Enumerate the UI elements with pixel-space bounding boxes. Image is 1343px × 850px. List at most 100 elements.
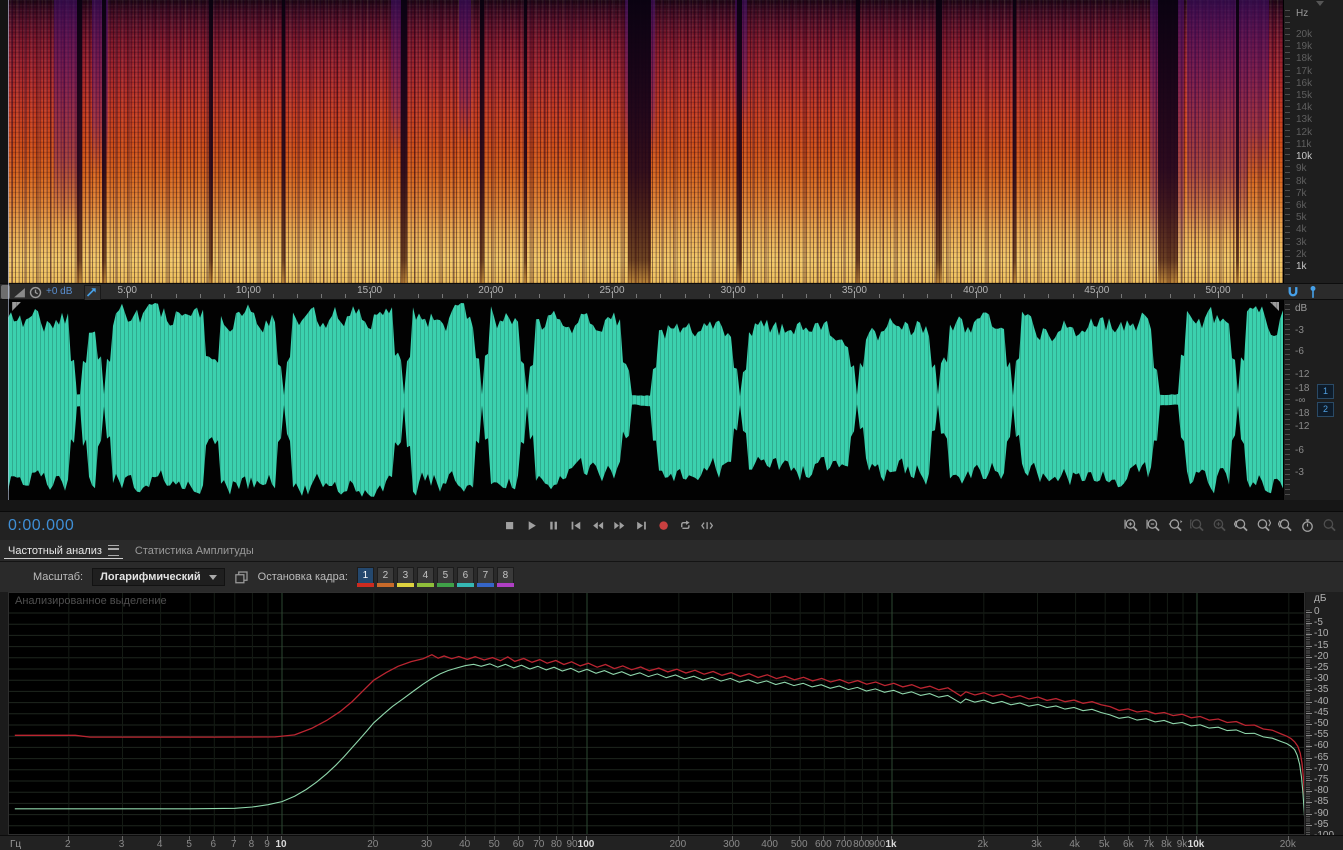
spectrogram-silence-gap — [737, 0, 743, 283]
freeze-frame-button-2[interactable]: 2 — [376, 567, 394, 587]
gain-readout[interactable]: +0 dB — [46, 286, 72, 297]
zoom-history-button[interactable] — [1298, 515, 1316, 535]
timeline-ruler[interactable]: +0 dB 5:00 10:00 15:00 20:00 25:00 30:00 35:00… — [0, 283, 1343, 301]
channel-2-button[interactable]: 2 — [1317, 402, 1334, 417]
frequency-axis-label: 600 — [814, 839, 832, 850]
frequency-axis-label: 6k — [1123, 839, 1134, 850]
ruler-tick — [563, 294, 565, 298]
frequency-axis-label: 9k — [1176, 839, 1188, 850]
ruler-tick — [1048, 294, 1050, 298]
waveform-display[interactable] — [8, 300, 1283, 500]
marker-pin-icon[interactable] — [1306, 285, 1322, 299]
pin-playhead-button[interactable] — [84, 285, 101, 301]
frequency-analysis-plot[interactable]: Анализированное выделение — [8, 592, 1305, 835]
db-axis-label: -80 — [1314, 785, 1329, 797]
db-axis-tick — [1306, 802, 1312, 804]
channel-1-button[interactable]: 1 — [1317, 384, 1334, 399]
ruler-time-label: 45:00 — [1084, 285, 1110, 296]
ruler-time-label: 5:00 — [117, 285, 137, 296]
ruler-tick — [757, 294, 759, 298]
freeze-button-color-bar — [396, 583, 414, 587]
time-display[interactable]: 0:00.000 — [8, 517, 74, 535]
freeze-frame-button-7[interactable]: 7 — [476, 567, 494, 587]
panel-menu-icon[interactable] — [107, 545, 119, 556]
tab-amplitude-statistics[interactable]: Статистика Амплитуды — [127, 540, 262, 561]
frequency-axis-label: 20 — [367, 839, 379, 850]
playhead-line[interactable] — [8, 0, 9, 500]
waveform-amplitude-scale[interactable]: dB -3 -6 -12 -18 -∞ -18 -12 -6 -3 1 2 — [1283, 300, 1343, 500]
scale-dropdown[interactable]: Логарифмический — [92, 568, 225, 586]
tab-label: Частотный анализ — [8, 544, 102, 557]
tab-frequency-analysis[interactable]: Частотный анализ — [0, 540, 127, 561]
spectrogram-silence-gap — [400, 0, 407, 283]
frequency-scale-label: 9k — [1296, 163, 1307, 175]
ruler-tick — [830, 294, 832, 298]
zoom-in-amplitude-button[interactable] — [1122, 515, 1140, 535]
spectrogram-silence-gap — [627, 0, 651, 283]
db-axis-unit: дБ — [1314, 593, 1327, 604]
transport-bar: 0:00.000 — [0, 512, 1343, 540]
amplitude-scale-label: -3 — [1295, 325, 1304, 336]
freeze-frame-button-3[interactable]: 3 — [396, 567, 414, 587]
freeze-frame-button-1[interactable]: 1 — [356, 567, 374, 587]
rewind-button[interactable] — [588, 515, 606, 535]
db-axis-tick — [1306, 690, 1312, 692]
record-button[interactable] — [654, 515, 672, 535]
spectrogram-display[interactable] — [8, 0, 1283, 283]
selection-handle-right[interactable] — [1270, 302, 1279, 311]
copy-graph-icon[interactable] — [234, 570, 249, 585]
ruler-tick — [272, 294, 274, 298]
ruler-time-label: 15:00 — [357, 285, 383, 296]
skip-to-start-button[interactable] — [566, 515, 584, 535]
zoom-last-button — [1320, 515, 1338, 535]
horizontal-scroll-strip[interactable] — [0, 500, 1343, 512]
freeze-frame-button-4[interactable]: 4 — [416, 567, 434, 587]
db-axis-label: -10 — [1314, 628, 1329, 640]
ruler-time-label: 40:00 — [963, 285, 989, 296]
ruler-tick — [636, 294, 638, 298]
zoom-to-selection-button — [1188, 515, 1206, 535]
play-button[interactable] — [522, 515, 540, 535]
amplitude-scale-label: -18 — [1295, 408, 1310, 419]
clock-icon[interactable] — [29, 286, 42, 299]
amplitude-scale-label: -12 — [1295, 369, 1310, 380]
freeze-frame-button-6[interactable]: 6 — [456, 567, 474, 587]
frequency-axis-label: 20k — [1279, 839, 1296, 850]
db-axis-tick — [1306, 612, 1312, 613]
frequency-axis-label: 300 — [723, 839, 740, 850]
spectrogram-frequency-scale[interactable]: Hz 20k 19k 18k 17k 16k 15k 14k 13k 12k 11k 10k 9k 8k… — [1283, 0, 1343, 283]
frequency-scale-label: 5k — [1296, 212, 1307, 224]
db-axis-tick — [1306, 701, 1312, 703]
frequency-axis-label: 80 — [550, 839, 562, 850]
zoom-to-selection-time-button[interactable] — [1276, 515, 1294, 535]
freeze-frame-button-5[interactable]: 5 — [436, 567, 454, 587]
freeze-frame-button-8[interactable]: 8 — [496, 567, 514, 587]
db-axis-label: -5 — [1314, 617, 1323, 629]
db-axis-label: -95 — [1314, 818, 1329, 830]
zoom-in-at-out-point-button[interactable] — [1254, 515, 1272, 535]
stop-button[interactable] — [500, 515, 518, 535]
db-axis-label: -75 — [1314, 774, 1329, 785]
snap-magnet-icon[interactable] — [1286, 285, 1302, 299]
db-axis-label: -50 — [1314, 718, 1329, 729]
volume-ramp-icon[interactable] — [13, 286, 26, 299]
freeze-button-label: 2 — [376, 567, 394, 583]
selection-handle-left[interactable] — [12, 302, 21, 311]
skip-to-end-button[interactable] — [632, 515, 650, 535]
frequency-scale-label: 16k — [1296, 77, 1313, 89]
amplitude-scale-label: -6 — [1295, 346, 1304, 357]
pause-button[interactable] — [544, 515, 562, 535]
zoom-out-full-button[interactable] — [1166, 515, 1184, 535]
frequency-axis-label: 500 — [790, 839, 808, 850]
ruler-tick — [781, 294, 783, 298]
scale-menu-arrow-icon[interactable] — [1316, 1, 1324, 6]
ruler-tick — [878, 294, 880, 298]
loop-playback-button[interactable] — [676, 515, 694, 535]
zoom-in-at-in-point-button[interactable] — [1232, 515, 1250, 535]
db-axis-label: -65 — [1314, 751, 1329, 763]
zoom-out-amplitude-button[interactable] — [1144, 515, 1162, 535]
spectrogram-silence-gap — [936, 0, 943, 283]
skip-selection-button[interactable] — [698, 515, 716, 535]
spectrogram-silence-gap — [76, 0, 82, 283]
fast-forward-button[interactable] — [610, 515, 628, 535]
